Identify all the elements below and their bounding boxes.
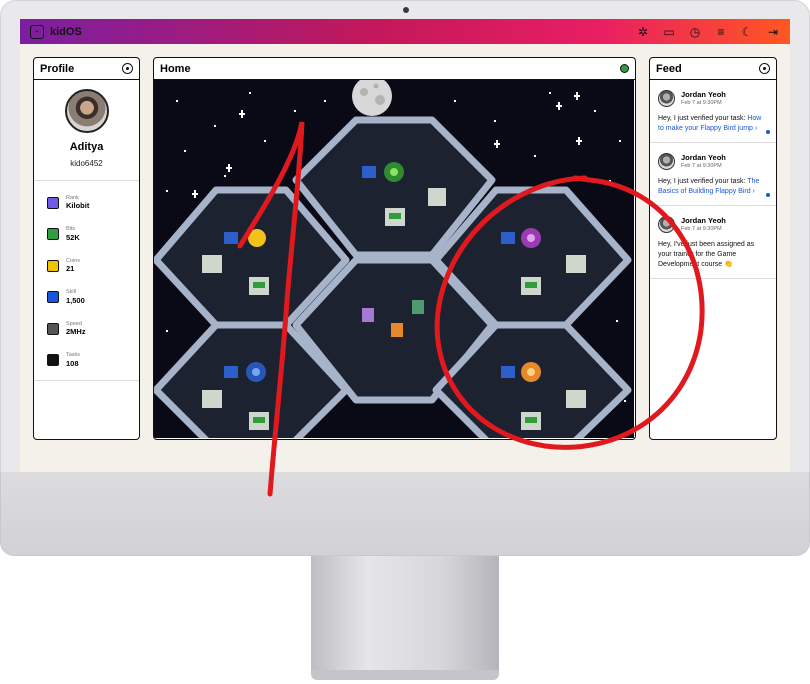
red-stroke-one <box>237 121 305 497</box>
red-marker-annotations <box>237 121 705 497</box>
imac-device: ᵕ kidOS ✲ ▭ ◷ ≡ ☾ ⇥ Profile Aditya kido6… <box>0 0 810 684</box>
red-circle <box>434 175 705 450</box>
